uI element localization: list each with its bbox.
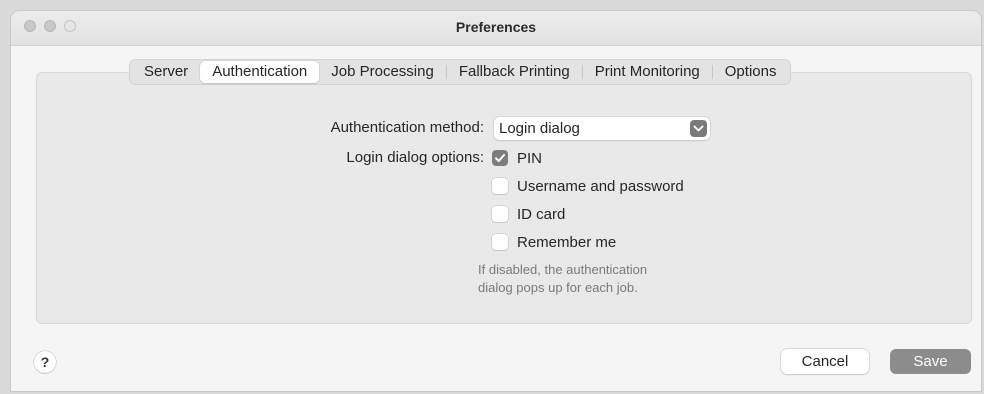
authentication-method-value: Login dialog <box>499 120 580 137</box>
pin-label: PIN <box>517 149 543 167</box>
cancel-button[interactable]: Cancel <box>781 349 869 374</box>
authentication-method-select[interactable]: Login dialog <box>494 117 710 140</box>
remember-me-label: Remember me <box>517 233 617 251</box>
help-button[interactable]: ? <box>34 351 56 373</box>
window-title: Preferences <box>455 19 537 35</box>
login-dialog-options-label: Login dialog options: <box>346 149 484 166</box>
hint-line-2: dialog pops up for each job. <box>478 280 638 295</box>
username-password-option[interactable]: Username and password <box>492 176 684 196</box>
pin-option[interactable]: PIN <box>492 148 542 168</box>
checkmark-icon <box>495 154 505 162</box>
title-bar: Preferences <box>11 11 981 46</box>
username-password-label: Username and password <box>517 177 684 195</box>
tab-authentication[interactable]: Authentication <box>200 61 320 83</box>
tab-fallback-printing[interactable]: Fallback Printing <box>447 61 582 83</box>
hint-line-1: If disabled, the authentication <box>478 262 648 277</box>
pin-checkbox[interactable] <box>492 150 508 166</box>
remember-me-option[interactable]: Remember me <box>492 232 616 252</box>
authentication-method-label: Authentication method: <box>330 119 484 136</box>
preferences-window: Preferences Server Authentication Job Pr… <box>10 10 982 392</box>
tab-server[interactable]: Server <box>132 61 200 83</box>
id-card-label: ID card <box>517 205 566 223</box>
tab-job-processing[interactable]: Job Processing <box>319 61 446 83</box>
id-card-option[interactable]: ID card <box>492 204 565 224</box>
id-card-checkbox[interactable] <box>492 206 508 222</box>
tab-print-monitoring[interactable]: Print Monitoring <box>583 61 712 83</box>
tab-options[interactable]: Options <box>713 61 789 83</box>
chevron-down-icon <box>690 120 707 137</box>
save-button[interactable]: Save <box>890 349 971 374</box>
remember-me-hint: If disabled, the authentication dialog p… <box>478 261 647 297</box>
username-password-checkbox[interactable] <box>492 178 508 194</box>
tab-bar: Server Authentication Job Processing Fal… <box>129 59 792 85</box>
remember-me-checkbox[interactable] <box>492 234 508 250</box>
